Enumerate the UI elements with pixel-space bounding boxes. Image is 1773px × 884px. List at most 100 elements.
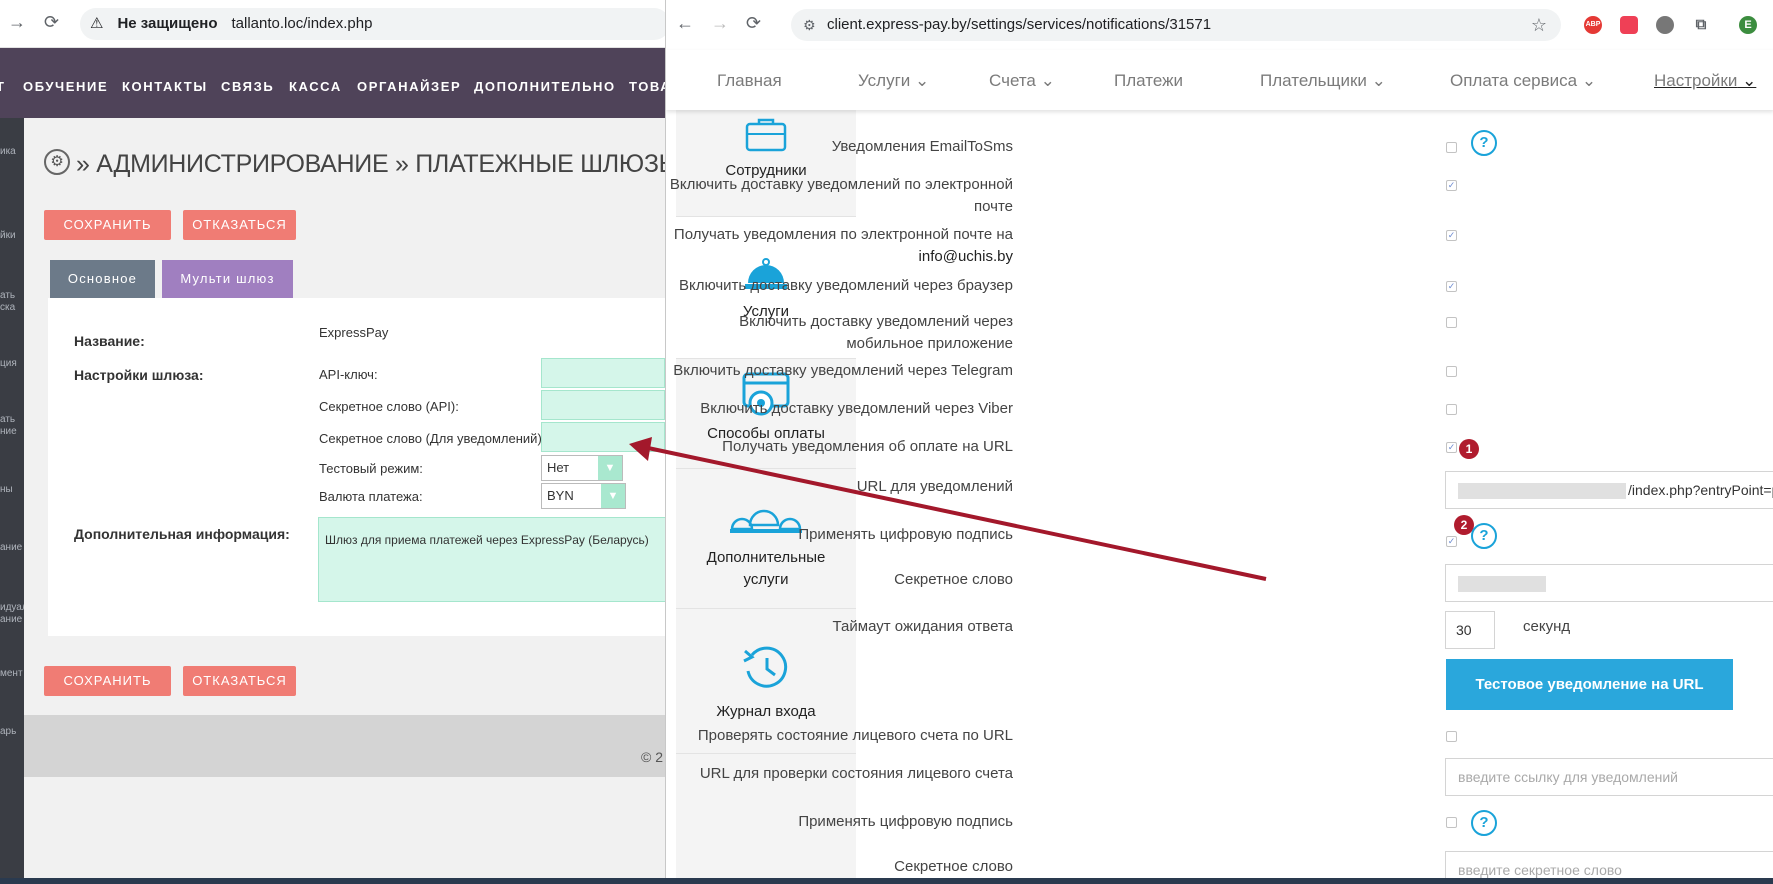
right-top-nav: Главная Услуги ⌄ Счета ⌄ Платежи Платель…: [666, 50, 1773, 110]
tab-main[interactable]: Основное: [50, 260, 155, 298]
api-key-input[interactable]: [541, 358, 665, 388]
cancel-button-bottom[interactable]: ОТКАЗАТЬСЯ: [183, 666, 296, 696]
nav-invoices[interactable]: Счета ⌄: [989, 71, 1055, 91]
left-address-bar[interactable]: ⚠ Не защищено tallanto.loc/index.php: [80, 8, 665, 40]
cancel-button-top[interactable]: ОТКАЗАТЬСЯ: [183, 210, 296, 240]
email-to-sms-label: Уведомления EmailToSms: [831, 138, 1013, 155]
secret-word-label: Секретное слово: [894, 571, 1013, 588]
nav-payments[interactable]: Платежи: [1114, 71, 1183, 91]
nav-home[interactable]: Главная: [717, 71, 782, 91]
sidebar-fragment[interactable]: ать: [0, 414, 15, 425]
check-account-checkbox[interactable]: [1446, 731, 1457, 742]
test-mode-select[interactable]: Нет ▼: [541, 455, 623, 481]
menu-item-cashbox[interactable]: КАССА: [289, 79, 342, 94]
service-bells-icon: [730, 509, 802, 533]
digital-signature-checkbox-2[interactable]: [1446, 817, 1457, 828]
browser-delivery-label: Включить доставку уведомлений через брау…: [678, 277, 1013, 294]
email-receive-checkbox[interactable]: ✓: [1446, 230, 1457, 241]
url-payment-notify-checkbox[interactable]: ✓: [1446, 442, 1457, 453]
timeout-unit: секунд: [1523, 618, 1571, 635]
name-label: Название:: [74, 333, 145, 349]
sidebar-fragment[interactable]: мент: [0, 668, 23, 679]
menu-item-communication[interactable]: СВЯЗЬ: [221, 79, 274, 94]
secret-notify-input[interactable]: [541, 422, 665, 452]
profile-avatar[interactable]: E: [1739, 16, 1757, 34]
forward-icon[interactable]: →: [8, 12, 26, 33]
settings-gear-icon: ⚙: [44, 149, 70, 176]
timeout-label: Таймаут ожидания ответа: [832, 618, 1013, 635]
save-button-top[interactable]: СОХРАНИТЬ: [44, 210, 171, 240]
extensions-puzzle-icon[interactable]: ⧉: [1692, 16, 1710, 34]
menu-item-training[interactable]: ОБУЧЕНИЕ: [23, 79, 108, 94]
mobile-delivery-checkbox[interactable]: [1446, 317, 1457, 328]
sidebar-label-login-log: Журнал входа: [716, 703, 816, 720]
sidebar-fragment[interactable]: ание: [0, 614, 22, 625]
telegram-delivery-label: Включить доставку уведомлений через Tele…: [673, 362, 1013, 379]
secret-word-input[interactable]: [1445, 564, 1773, 602]
currency-value: BYN: [547, 488, 574, 503]
nav-settings[interactable]: Настройки ⌄: [1654, 71, 1756, 91]
sidebar-fragment[interactable]: идуал: [0, 602, 24, 613]
nav-services[interactable]: Услуги ⌄: [858, 71, 929, 91]
forward-icon[interactable]: →: [711, 13, 729, 34]
left-sidebar: ика йки ать ска ция ать ние ны ание идуа…: [0, 118, 24, 884]
menu-item-goods[interactable]: ТОВА: [629, 79, 665, 94]
right-browser-window: ← → ⟳ ⚙ client.express-pay.by/settings/s…: [665, 0, 1773, 884]
tab-multi-gateway[interactable]: Мульти шлюз: [162, 260, 293, 298]
nav-payers[interactable]: Плательщики ⌄: [1260, 71, 1386, 91]
sidebar-fragment[interactable]: ны: [0, 484, 13, 495]
back-icon[interactable]: ←: [676, 13, 694, 34]
api-key-label: API-ключ:: [319, 367, 378, 382]
extra-info-textarea[interactable]: Шлюз для приема платежей через ExpressPa…: [318, 517, 665, 602]
right-browser-toolbar: ← → ⟳ ⚙ client.express-pay.by/settings/s…: [666, 0, 1773, 50]
secret-api-label: Секретное слово (API):: [319, 399, 459, 414]
left-url-text: tallanto.loc/index.php: [231, 15, 373, 32]
secret-api-input[interactable]: [541, 390, 665, 420]
extension-icon[interactable]: [1656, 16, 1674, 34]
adblock-extension-icon[interactable]: ABP: [1584, 16, 1602, 34]
browser-delivery-checkbox[interactable]: ✓: [1446, 281, 1457, 292]
viber-delivery-checkbox[interactable]: [1446, 404, 1457, 415]
save-button-bottom[interactable]: СОХРАНИТЬ: [44, 666, 171, 696]
email-to-sms-checkbox[interactable]: [1446, 142, 1457, 153]
sidebar-fragment[interactable]: ска: [0, 302, 15, 313]
sidebar-fragment[interactable]: ние: [0, 426, 17, 437]
timeout-input[interactable]: 30: [1445, 611, 1495, 649]
url-payment-notify-label: Получать уведомления об оплате на URL: [722, 438, 1013, 455]
sidebar-fragment[interactable]: ание: [0, 542, 22, 553]
extra-info-label: Дополнительная информация:: [74, 526, 290, 542]
currency-select[interactable]: BYN ▼: [541, 483, 626, 509]
notify-url-input[interactable]: /index.php?entryPoint=pg&pg=ex...: [1445, 471, 1773, 509]
check-account-url-input[interactable]: введите ссылку для уведомлений: [1445, 758, 1773, 796]
bookmark-star-icon[interactable]: ☆: [1531, 9, 1547, 41]
redacted-text: [1458, 483, 1626, 500]
sidebar-fragment[interactable]: ция: [0, 358, 17, 369]
sidebar-fragment[interactable]: ика: [0, 146, 16, 157]
digital-signature-checkbox[interactable]: ✓: [1446, 536, 1457, 547]
telegram-delivery-checkbox[interactable]: [1446, 366, 1457, 377]
sidebar-fragment[interactable]: ать: [0, 290, 15, 301]
left-top-menu: Т ОБУЧЕНИЕ КОНТАКТЫ СВЯЗЬ КАССА ОРГАНАЙЗ…: [0, 48, 665, 118]
email-receive-label: Получать уведомления по электронной почт…: [673, 226, 1013, 265]
test-notification-button[interactable]: Тестовое уведомление на URL: [1446, 659, 1733, 710]
reload-icon[interactable]: ⟳: [746, 13, 761, 34]
page-title: ⚙» АДМИНИСТРИРОВАНИЕ » ПЛАТЕЖНЫЕ ШЛЮЗЫ: [44, 149, 665, 179]
sidebar-fragment[interactable]: йки: [0, 230, 16, 241]
sidebar-fragment[interactable]: арь: [0, 726, 16, 737]
menu-item-contacts[interactable]: КОНТАКТЫ: [122, 79, 208, 94]
notify-url-label: URL для уведомлений: [856, 478, 1013, 495]
site-settings-icon[interactable]: ⚙: [803, 9, 816, 41]
nav-service-payment[interactable]: Оплата сервиса ⌄: [1450, 71, 1596, 91]
left-browser-window: → ⟳ ⚠ Не защищено tallanto.loc/index.php Т…: [0, 0, 665, 884]
right-address-bar[interactable]: ⚙ client.express-pay.by/settings/service…: [791, 9, 1561, 41]
help-icon[interactable]: ?: [1471, 130, 1497, 156]
digital-signature-label: Применять цифровую подпись: [798, 526, 1013, 543]
help-icon[interactable]: ?: [1471, 810, 1497, 836]
menu-item-organizer[interactable]: ОРГАНАЙЗЕР: [357, 79, 461, 94]
email-delivery-checkbox[interactable]: ✓: [1446, 180, 1457, 191]
reload-icon[interactable]: ⟳: [44, 12, 59, 33]
help-icon[interactable]: ?: [1471, 523, 1497, 549]
pocket-extension-icon[interactable]: [1620, 16, 1638, 34]
mobile-delivery-label: Включить доставку уведомлений через моби…: [739, 313, 1013, 352]
menu-item-additional[interactable]: ДОПОЛНИТЕЛЬНО: [474, 79, 616, 94]
